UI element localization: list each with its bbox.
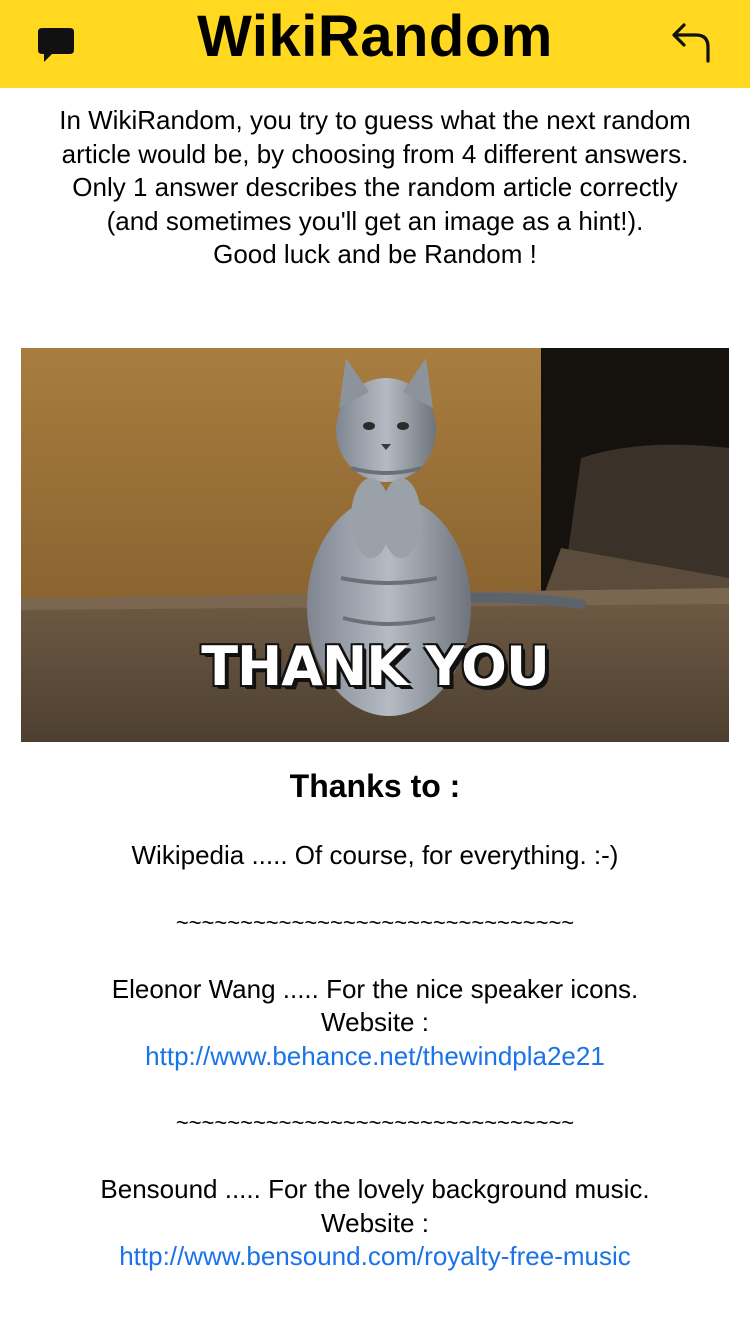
intro-text: In WikiRandom, you try to guess what the… [10, 104, 740, 272]
separator: ~~~~~~~~~~~~~~~~~~~~~~~~~~~~~~~ [175, 910, 575, 935]
credit-eleonor: Eleonor Wang ..... For the nice speaker … [111, 974, 639, 1004]
credit-bensound: Bensound ..... For the lovely background… [100, 1174, 650, 1204]
thanks-heading: Thanks to : [289, 768, 461, 804]
app-title: WikiRandom [197, 4, 553, 69]
thank-you-cat-gif: THANK YOU [21, 348, 729, 742]
intro-line: article would be, by choosing from 4 dif… [61, 138, 689, 169]
intro-line: (and sometimes you'll get an image as a … [106, 205, 644, 236]
back-button[interactable] [662, 14, 722, 70]
back-arrow-icon [672, 23, 710, 63]
gif-caption: THANK YOU [201, 635, 550, 698]
credit-wikipedia: Wikipedia ..... Of course, for everythin… [131, 840, 619, 870]
separator: ~~~~~~~~~~~~~~~~~~~~~~~~~~~~~~~ [175, 1110, 575, 1135]
credit-eleonor-website-label: Website : [321, 1007, 429, 1037]
credit-bensound-website-label: Website : [321, 1208, 429, 1238]
eleonor-website-link[interactable]: http://www.behance.net/thewindpla2e21 [145, 1041, 605, 1071]
bensound-website-link[interactable]: http://www.bensound.com/royalty-free-mus… [119, 1241, 631, 1271]
intro-line: In WikiRandom, you try to guess what the… [59, 105, 691, 135]
intro-line: Good luck and be Random ! [213, 239, 537, 269]
intro-line: Only 1 answer describes the random artic… [72, 172, 678, 202]
header-bar: WikiRandom [0, 0, 750, 88]
